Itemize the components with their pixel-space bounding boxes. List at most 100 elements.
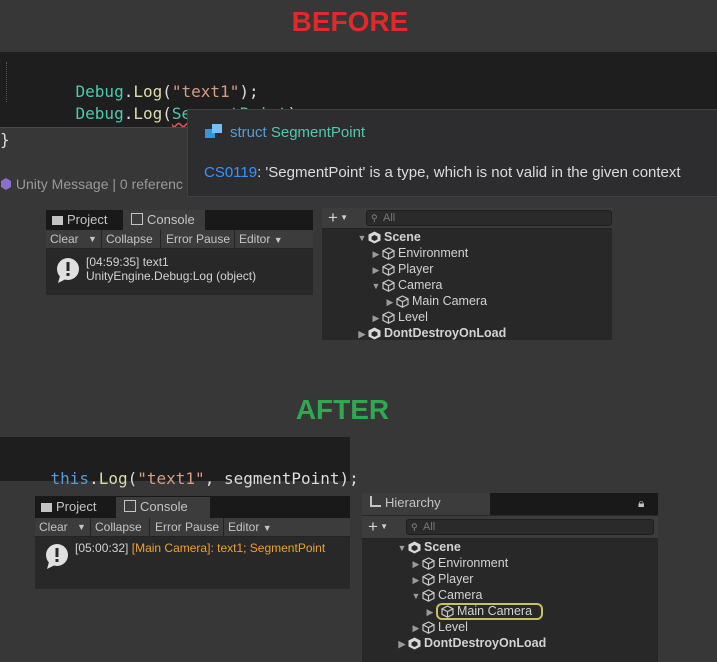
paren: ( — [162, 104, 172, 123]
hierarchy-row-level[interactable]: ▶ Level — [370, 309, 428, 325]
hierarchy-row-scene[interactable]: ▼ Scene — [356, 229, 421, 245]
tab-project[interactable]: Project — [35, 497, 107, 517]
tab-console-label: Console — [147, 212, 195, 227]
hierarchy-row-environment[interactable]: ▶ Environment — [410, 555, 508, 571]
expand-arrow-closed-icon[interactable]: ▶ — [410, 556, 422, 572]
expand-arrow-closed-icon[interactable]: ▶ — [396, 636, 408, 652]
log-entry-time: [05:00:32] — [75, 541, 129, 555]
expand-arrow-open-icon[interactable]: ▼ — [396, 540, 408, 556]
log-entry-context: [Main Camera] — [131, 541, 211, 555]
folder-icon — [52, 216, 63, 225]
toolbar-separator — [149, 518, 150, 536]
after-code-editor[interactable]: this.Log("text1", segmentPoint); — [0, 437, 359, 488]
error-code-link[interactable]: CS0119 — [204, 164, 257, 181]
expand-arrow-open-icon[interactable]: ▼ — [370, 278, 382, 294]
tab-console-label: Console — [140, 499, 188, 514]
error-pause-button[interactable]: Error Pause — [155, 518, 219, 536]
gameobject-cube-icon — [382, 263, 395, 277]
hierarchy-row-label: Environment — [438, 556, 509, 570]
console-tab-bar: Project Console — [35, 496, 350, 518]
hierarchy-row-label: Environment — [398, 246, 469, 260]
hierarchy-search-input[interactable]: ⚲ All — [406, 519, 654, 535]
gameobject-cube-icon — [422, 589, 435, 603]
search-icon: ⚲ — [411, 522, 418, 532]
tab-project-label: Project — [67, 212, 108, 227]
hierarchy-row-dontdestroyonload[interactable]: ▶ DontDestroyOnLoad — [396, 635, 547, 652]
clear-button[interactable]: Clear — [50, 230, 79, 248]
collapse-button[interactable]: Collapse — [95, 518, 142, 536]
search-placeholder: All — [423, 521, 436, 533]
console-icon — [124, 500, 136, 512]
expand-arrow-closed-icon[interactable]: ▶ — [410, 572, 422, 588]
hierarchy-row-label: Main Camera — [412, 294, 488, 308]
search-icon: ⚲ — [371, 213, 378, 223]
expand-arrow-open-icon[interactable]: ▼ — [356, 230, 368, 246]
error-tooltip: struct SegmentPoint CS0119: 'SegmentPoin… — [187, 109, 717, 197]
hierarchy-tree: ▼ Scene ▶ Environment ▶ Player ▼ Camera ▶ Main Ca… — [396, 539, 658, 659]
expand-arrow-open-icon[interactable]: ▼ — [410, 588, 422, 604]
hierarchy-row-label: Player — [438, 572, 474, 586]
dot: . — [123, 104, 134, 123]
add-button[interactable]: + ▼ — [368, 517, 388, 537]
hierarchy-row-label: Scene — [424, 540, 461, 554]
expand-arrow-closed-icon[interactable]: ▶ — [356, 326, 368, 342]
clear-dropdown-icon[interactable]: ▼ — [88, 230, 97, 248]
hierarchy-row-main-camera[interactable]: ▶ Main Camera — [384, 293, 487, 309]
chevron-down-icon: ▼ — [377, 522, 389, 531]
editor-dropdown[interactable]: Editor ▼ — [239, 230, 283, 249]
hierarchy-row-player[interactable]: ▶ Player — [410, 571, 473, 587]
unity-scene-icon — [408, 541, 421, 554]
log-entry[interactable]: [04:59:35] text1 UnityEngine.Debug:Log (… — [46, 250, 313, 290]
hierarchy-row-main-camera[interactable]: ▶ Main Camera — [424, 603, 544, 621]
hierarchy-row-label: Main Camera — [457, 604, 533, 618]
editor-separator — [0, 127, 190, 128]
editor-label: Editor — [228, 520, 260, 534]
tab-console[interactable]: Console — [116, 497, 210, 518]
unity-scene-icon — [368, 327, 381, 340]
expand-arrow-closed-icon[interactable]: ▶ — [424, 604, 436, 620]
tab-console[interactable]: Console — [123, 210, 205, 230]
hierarchy-row-level[interactable]: ▶ Level — [410, 619, 468, 635]
tab-hierarchy[interactable]: Hierarchy — [362, 493, 490, 515]
hierarchy-row-camera[interactable]: ▼ Camera — [410, 587, 482, 603]
hierarchy-toolbar: + ▼ ⚲ All — [322, 208, 612, 229]
debug-type: Debug — [75, 104, 124, 123]
search-placeholder: All — [383, 212, 396, 224]
tab-project[interactable]: Project — [46, 210, 118, 230]
hierarchy-row-label: Scene — [384, 230, 421, 244]
hierarchy-row-dontdestroyonload[interactable]: ▶ DontDestroyOnLoad — [356, 325, 507, 342]
gameobject-cube-icon — [422, 621, 435, 635]
collapse-button[interactable]: Collapse — [106, 230, 153, 248]
codelens-row[interactable]: Unity Message | 0 referenc — [0, 176, 183, 192]
toolbar-separator — [90, 518, 91, 536]
expand-arrow-closed-icon[interactable]: ▶ — [370, 262, 382, 278]
hierarchy-row-player[interactable]: ▶ Player — [370, 261, 433, 277]
hierarchy-row-environment[interactable]: ▶ Environment — [370, 245, 468, 261]
log-entry[interactable]: [05:00:32] [Main Camera]: text1; Segment… — [35, 537, 350, 577]
hierarchy-row-label: Camera — [438, 588, 483, 602]
expand-arrow-closed-icon[interactable]: ▶ — [370, 310, 382, 326]
error-pause-button[interactable]: Error Pause — [166, 230, 230, 248]
lock-icon[interactable]: 🔒︎ — [638, 496, 644, 511]
hierarchy-row-scene[interactable]: ▼ Scene — [396, 539, 461, 555]
hierarchy-row-camera[interactable]: ▼ Camera — [370, 277, 442, 293]
dot: . — [89, 469, 99, 488]
hierarchy-row-label: Player — [398, 262, 434, 276]
info-icon — [57, 258, 79, 283]
gameobject-cube-icon — [422, 557, 435, 571]
clear-dropdown-icon[interactable]: ▼ — [77, 518, 86, 536]
add-button[interactable]: + ▼ — [328, 208, 348, 228]
gameobject-cube-icon — [396, 295, 409, 309]
tooltip-signature: struct SegmentPoint — [230, 124, 365, 141]
selection-highlight: Main Camera — [436, 603, 544, 621]
hierarchy-search-input[interactable]: ⚲ All — [366, 210, 612, 226]
hierarchy-row-label: Camera — [398, 278, 443, 292]
clear-button[interactable]: Clear — [39, 518, 68, 536]
log-method: Log — [98, 469, 128, 488]
console-toolbar: Clear ▼ Collapse Error Pause Editor ▼ — [46, 230, 313, 249]
toolbar-separator — [101, 230, 102, 248]
expand-arrow-closed-icon[interactable]: ▶ — [370, 246, 382, 262]
expand-arrow-closed-icon[interactable]: ▶ — [384, 294, 396, 310]
expand-arrow-closed-icon[interactable]: ▶ — [410, 620, 422, 636]
editor-dropdown[interactable]: Editor ▼ — [228, 518, 272, 537]
